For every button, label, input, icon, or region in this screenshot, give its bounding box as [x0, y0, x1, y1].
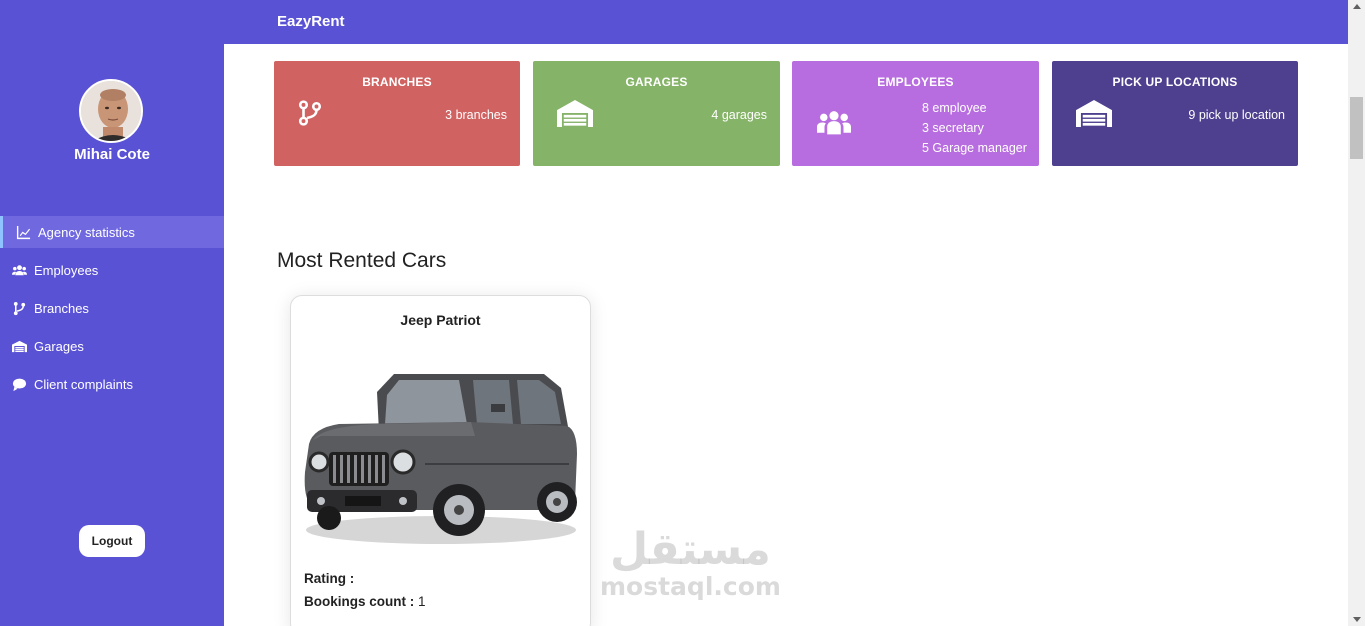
- watermark-arabic: مستقل: [610, 524, 771, 575]
- employees-breakdown: 8 employee 3 secretary 5 Garage manager: [922, 98, 1027, 158]
- sidebar-item-label: Branches: [34, 300, 89, 316]
- garages-count: 4 garages: [711, 108, 767, 122]
- scroll-up-icon[interactable]: [1353, 4, 1361, 9]
- sidebar-item-client-complaints[interactable]: Client complaints: [0, 368, 224, 400]
- bookings-label: Bookings count :: [304, 594, 415, 609]
- page-scrollbar[interactable]: [1348, 0, 1365, 626]
- sidebar-item-garages[interactable]: Garages: [0, 330, 224, 362]
- scroll-thumb[interactable]: [1350, 97, 1363, 159]
- sidebar-item-employees[interactable]: Employees: [0, 254, 224, 286]
- sidebar: Mihai Cote Agency statistics Employees B…: [0, 44, 224, 626]
- code-branch-icon: [298, 100, 322, 126]
- pickup-locations-card[interactable]: PICK UP LOCATIONS 9 pick up location: [1052, 61, 1298, 166]
- brand-logo[interactable]: EazyRent: [277, 13, 345, 30]
- bookings-count: 1: [418, 594, 426, 609]
- car-name: Jeep Patriot: [400, 312, 481, 328]
- section-title: Most Rented Cars: [277, 249, 447, 272]
- warehouse-icon: [557, 100, 593, 127]
- code-branch-icon: [13, 301, 26, 315]
- branches-card[interactable]: BRANCHES 3 branches: [274, 61, 520, 166]
- sidebar-item-label: Employees: [34, 262, 99, 278]
- logout-button[interactable]: Logout: [79, 525, 145, 557]
- car-image: [304, 374, 577, 544]
- secretary-count: 3 secretary: [922, 121, 984, 135]
- warehouse-icon: [1076, 100, 1112, 127]
- sidebar-item-label: Client complaints: [34, 376, 133, 392]
- branches-count: 3 branches: [445, 108, 507, 122]
- employee-count: 8 employee: [922, 101, 987, 115]
- card-title: PICK UP LOCATIONS: [1112, 75, 1238, 89]
- pickup-locations-count: 9 pick up location: [1188, 108, 1285, 122]
- car-rating: Rating :: [304, 571, 355, 586]
- user-name: Mihai Cote: [74, 146, 150, 163]
- sidebar-item-label: Garages: [34, 338, 84, 354]
- card-title: BRANCHES: [362, 75, 432, 89]
- warehouse-icon: [12, 340, 27, 352]
- comment-icon: [12, 378, 27, 391]
- car-card[interactable]: Jeep Patriot Rating: Bookings count: 1: [290, 295, 591, 626]
- employees-card[interactable]: EMPLOYEES 8 employee 3 secretary 5 Garag…: [792, 61, 1039, 166]
- card-title: GARAGES: [625, 75, 688, 89]
- users-icon: [817, 111, 851, 135]
- user-photo-icon: [81, 81, 141, 141]
- sidebar-item-agency-statistics[interactable]: Agency statistics: [0, 216, 224, 248]
- garages-card[interactable]: GARAGES 4 garages: [533, 61, 780, 166]
- sidebar-nav: Agency statistics Employees Branches Gar…: [0, 216, 224, 406]
- users-icon: [12, 264, 27, 275]
- sidebar-item-branches[interactable]: Branches: [0, 292, 224, 324]
- avatar: [79, 79, 143, 143]
- watermark-latin: mostaql.com: [600, 572, 781, 601]
- chart-line-icon: [16, 225, 31, 239]
- garage-manager-count: 5 Garage manager: [922, 141, 1027, 155]
- car-bookings: Bookings count : 1: [304, 594, 426, 609]
- top-navbar: EazyRent: [0, 0, 1348, 44]
- scroll-down-icon[interactable]: [1353, 617, 1361, 622]
- sidebar-item-label: Agency statistics: [38, 224, 135, 240]
- card-title: EMPLOYEES: [877, 75, 954, 89]
- watermark: مستقل mostaql.com: [600, 524, 781, 602]
